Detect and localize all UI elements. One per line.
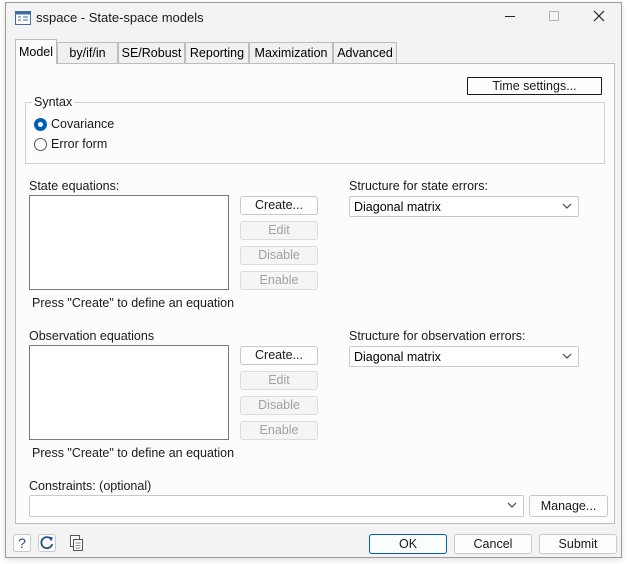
chevron-down-icon bbox=[562, 353, 572, 359]
observation-errors-structure-value: Diagonal matrix bbox=[354, 350, 441, 364]
observation-edit-button[interactable]: Edit bbox=[240, 371, 318, 390]
state-equations-hint: Press "Create" to define an equation bbox=[32, 296, 235, 310]
close-icon bbox=[593, 10, 605, 22]
ok-button[interactable]: OK bbox=[369, 534, 447, 554]
observation-errors-structure-label: Structure for observation errors: bbox=[349, 329, 526, 343]
observation-equations-label: Observation equations bbox=[29, 329, 155, 343]
syntax-group bbox=[25, 102, 605, 164]
chevron-down-icon bbox=[562, 203, 572, 209]
app-icon bbox=[15, 11, 31, 25]
tab-reporting[interactable]: Reporting bbox=[185, 42, 249, 63]
model-tab-panel: Time settings... Syntax Covariance Error… bbox=[15, 63, 615, 524]
copy-icon[interactable] bbox=[67, 534, 85, 552]
observation-disable-button[interactable]: Disable bbox=[240, 396, 318, 415]
submit-button[interactable]: Submit bbox=[539, 534, 617, 554]
close-button[interactable] bbox=[577, 5, 621, 31]
constraints-label: Constraints: (optional) bbox=[29, 479, 152, 493]
covariance-radio[interactable] bbox=[34, 118, 47, 131]
window-title: sspace - State-space models bbox=[36, 10, 204, 25]
state-errors-structure-value: Diagonal matrix bbox=[354, 200, 441, 214]
observation-equations-hint: Press "Create" to define an equation bbox=[32, 446, 235, 460]
tab-by-if-in[interactable]: by/if/in bbox=[57, 42, 118, 63]
state-equations-list[interactable] bbox=[29, 195, 229, 290]
error-form-radio[interactable] bbox=[34, 138, 47, 151]
question-icon[interactable]: ? bbox=[13, 534, 31, 552]
time-settings-button[interactable]: Time settings... bbox=[467, 77, 602, 95]
observation-create-button[interactable]: Create... bbox=[240, 346, 318, 365]
state-enable-button[interactable]: Enable bbox=[240, 271, 318, 290]
chevron-down-icon bbox=[507, 502, 517, 508]
observation-equations-list[interactable] bbox=[29, 345, 229, 440]
cancel-button[interactable]: Cancel bbox=[454, 534, 532, 554]
state-create-button[interactable]: Create... bbox=[240, 196, 318, 215]
state-disable-button[interactable]: Disable bbox=[240, 246, 318, 265]
minimize-button[interactable] bbox=[488, 5, 532, 31]
covariance-radio-label[interactable]: Covariance bbox=[51, 117, 114, 131]
tab-advanced[interactable]: Advanced bbox=[333, 42, 397, 63]
syntax-legend: Syntax bbox=[32, 95, 75, 109]
tab-maximization[interactable]: Maximization bbox=[249, 42, 333, 63]
manage-constraints-button[interactable]: Manage... bbox=[529, 495, 608, 517]
dialog-window: sspace - State-space models Model by/if/… bbox=[5, 2, 622, 558]
state-errors-structure-dropdown[interactable]: Diagonal matrix bbox=[349, 196, 579, 217]
state-errors-structure-label: Structure for state errors: bbox=[349, 179, 488, 193]
state-edit-button[interactable]: Edit bbox=[240, 221, 318, 240]
observation-enable-button[interactable]: Enable bbox=[240, 421, 318, 440]
state-equations-label: State equations: bbox=[29, 179, 120, 193]
maximize-button[interactable] bbox=[532, 5, 576, 31]
error-form-radio-label[interactable]: Error form bbox=[51, 137, 107, 151]
tab-model[interactable]: Model bbox=[15, 39, 57, 64]
svg-text:?: ? bbox=[18, 535, 26, 551]
constraints-dropdown[interactable] bbox=[29, 495, 524, 517]
minimize-icon bbox=[505, 16, 515, 17]
observation-errors-structure-dropdown[interactable]: Diagonal matrix bbox=[349, 346, 579, 367]
refresh-icon[interactable] bbox=[38, 534, 56, 552]
title-bar[interactable]: sspace - State-space models bbox=[6, 3, 621, 33]
tab-se-robust[interactable]: SE/Robust bbox=[118, 42, 185, 63]
maximize-icon bbox=[549, 11, 559, 21]
